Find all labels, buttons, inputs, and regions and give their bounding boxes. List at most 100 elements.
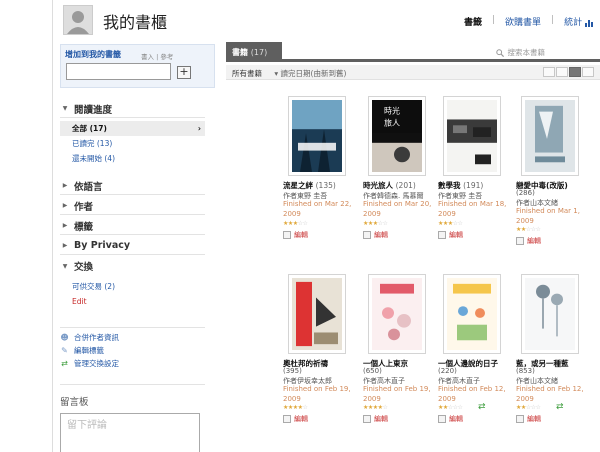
book-cover[interactable] [443, 274, 501, 354]
merge-author-link[interactable]: ☻ 合併作者資訊 [60, 331, 205, 344]
exchange-arrows-icon[interactable]: ⇄ [478, 402, 486, 412]
book-title[interactable]: 流星之絆 (135) [283, 180, 361, 191]
nav-stats-label: 統計 [564, 18, 583, 28]
privacy-title: By Privacy [74, 240, 131, 251]
pencil-icon[interactable] [438, 415, 446, 423]
book-title-text: 時光旅人 [363, 181, 393, 190]
book-cover[interactable] [288, 96, 346, 176]
book-cover[interactable] [443, 96, 501, 176]
language-title: 依語言 [74, 181, 103, 193]
reading-status-header[interactable]: ▼ 閱讀進度 [60, 100, 205, 118]
header: 我的書櫃 書籤 | 欲購書單 | 統計 [53, 0, 600, 38]
expand-triangle-icon: ▶ [62, 242, 68, 249]
cover-image-suspect [447, 100, 497, 172]
star-rating[interactable]: ★★☆☆☆ [438, 404, 463, 411]
book-cover[interactable] [521, 274, 579, 354]
manage-exchange-link[interactable]: ⇄ 管理交換設定 [60, 357, 205, 370]
add-book-input[interactable] [66, 63, 171, 80]
book-cover[interactable]: 時光 旅人 [368, 96, 426, 176]
status-item-unstarted[interactable]: 還未開始 (4) [60, 151, 205, 166]
book-title-text: 數學我 [438, 181, 461, 190]
pencil-icon[interactable] [516, 237, 524, 245]
list-view-button[interactable] [543, 67, 555, 77]
cover-image-alone-days [447, 278, 497, 350]
edit-tags-label: 編輯標籤 [74, 346, 104, 355]
detail-view-button[interactable] [556, 67, 568, 77]
add-book-button[interactable]: + [177, 66, 191, 79]
tags-header[interactable]: ▶ 標籤 [60, 217, 205, 235]
star-rating[interactable]: ★★☆☆☆ [516, 404, 541, 411]
sort-dropdown[interactable]: ▾ 讀完日期(由新到舊) [274, 69, 346, 78]
book-finished-date: Finished on Mar 22, 2009 [283, 200, 352, 218]
edit-row: 編輯 [363, 230, 388, 240]
filter-all-books[interactable]: 所有書籍 [232, 69, 262, 78]
author-section: ▶ 作者 [60, 197, 205, 215]
exchange-edit-link[interactable]: Edit [60, 294, 205, 309]
edit-link[interactable]: 編輯 [294, 230, 308, 240]
top-navigation: 書籤 | 欲購書單 | 統計 [464, 15, 593, 28]
star-rating[interactable]: ★★☆☆☆ [516, 226, 541, 233]
nav-wishlist[interactable]: 欲購書單 [505, 15, 541, 28]
privacy-header[interactable]: ▶ By Privacy [60, 237, 205, 255]
pencil-icon[interactable] [363, 415, 371, 423]
edit-link[interactable]: 編輯 [374, 414, 388, 424]
star-rating[interactable]: ★★★★☆ [363, 404, 388, 411]
cover-image-blue [525, 278, 575, 350]
exchange-arrows-icon[interactable]: ⇄ [556, 402, 564, 412]
message-input[interactable]: 留下評論 [60, 413, 200, 452]
pencil-icon[interactable] [363, 231, 371, 239]
exchange-header[interactable]: ▼ 交換 [60, 257, 205, 275]
avatar[interactable] [63, 5, 93, 35]
language-header[interactable]: ▶ 依語言 [60, 177, 205, 195]
book-cover[interactable] [521, 96, 579, 176]
search-placeholder: 搜索本書籍 [507, 48, 546, 57]
book-finished-date: Finished on Feb 12, 2009 [516, 385, 584, 403]
cover-view-button[interactable] [582, 67, 594, 77]
tags-title: 標籤 [74, 221, 94, 233]
cover-image-time-traveler: 時光 旅人 [372, 100, 422, 172]
edit-link[interactable]: 編輯 [527, 414, 541, 424]
exchange-available-link[interactable]: 可供交易 (2) [60, 279, 205, 294]
merge-author-label: 合併作者資訊 [74, 333, 119, 342]
edit-link[interactable]: 編輯 [294, 414, 308, 424]
book-reader-count: (286) [516, 189, 535, 197]
add-book-hint: 書入 | 參考 [141, 53, 174, 61]
pencil-icon[interactable] [283, 415, 291, 423]
edit-link[interactable]: 編輯 [374, 230, 388, 240]
star-rating[interactable]: ★★★☆☆ [283, 220, 308, 227]
pencil-icon[interactable] [516, 415, 524, 423]
book-title[interactable]: 數學我 (191) [438, 180, 516, 191]
tags-section: ▶ 標籤 [60, 217, 205, 235]
book-search[interactable]: 搜索本書籍 [495, 47, 546, 58]
edit-link[interactable]: 編輯 [449, 230, 463, 240]
book-title[interactable]: 時光旅人 (201) [363, 180, 441, 191]
nav-stats[interactable]: 統計 [564, 15, 593, 28]
book-reader-count: (191) [463, 181, 484, 190]
edit-link[interactable]: 編輯 [527, 236, 541, 246]
star-rating[interactable]: ★★★☆☆ [438, 220, 463, 227]
sidebar: 增加到我的書籤 書入 | 參考 + ▼ 閱讀進度 全部 (17) › 已讀完 (13… [60, 44, 215, 452]
book-reader-count: (220) [438, 367, 457, 375]
nav-books[interactable]: 書籤 [464, 15, 482, 28]
book-title-text: 流星之絆 [283, 181, 313, 190]
pencil-icon[interactable] [283, 231, 291, 239]
cover-image-audubon [292, 278, 342, 350]
grid-view-button[interactable] [569, 67, 581, 77]
book-cover[interactable] [288, 274, 346, 354]
status-item-read[interactable]: 已讀完 (13) [60, 136, 205, 151]
edit-link[interactable]: 編輯 [449, 414, 463, 424]
book-cover[interactable] [368, 274, 426, 354]
pencil-icon[interactable] [438, 231, 446, 239]
sidebar-links: ☻ 合併作者資訊 ✎ 編輯標籤 ⇄ 管理交換設定 [60, 327, 205, 370]
tab-books[interactable]: 書籍 (17) [226, 42, 282, 62]
author-header[interactable]: ▶ 作者 [60, 197, 205, 215]
edit-row: 編輯 [363, 414, 388, 424]
book-reader-count: (853) [516, 367, 535, 375]
edit-tags-link[interactable]: ✎ 編輯標籤 [60, 344, 205, 357]
star-rating[interactable]: ★★★☆☆ [363, 220, 388, 227]
status-item-all[interactable]: 全部 (17) › [60, 121, 205, 136]
tab-books-label: 書籍 [232, 48, 248, 57]
book-reader-count: (395) [283, 367, 302, 375]
page-title: 我的書櫃 [103, 13, 168, 32]
star-rating[interactable]: ★★★★☆ [283, 404, 308, 411]
